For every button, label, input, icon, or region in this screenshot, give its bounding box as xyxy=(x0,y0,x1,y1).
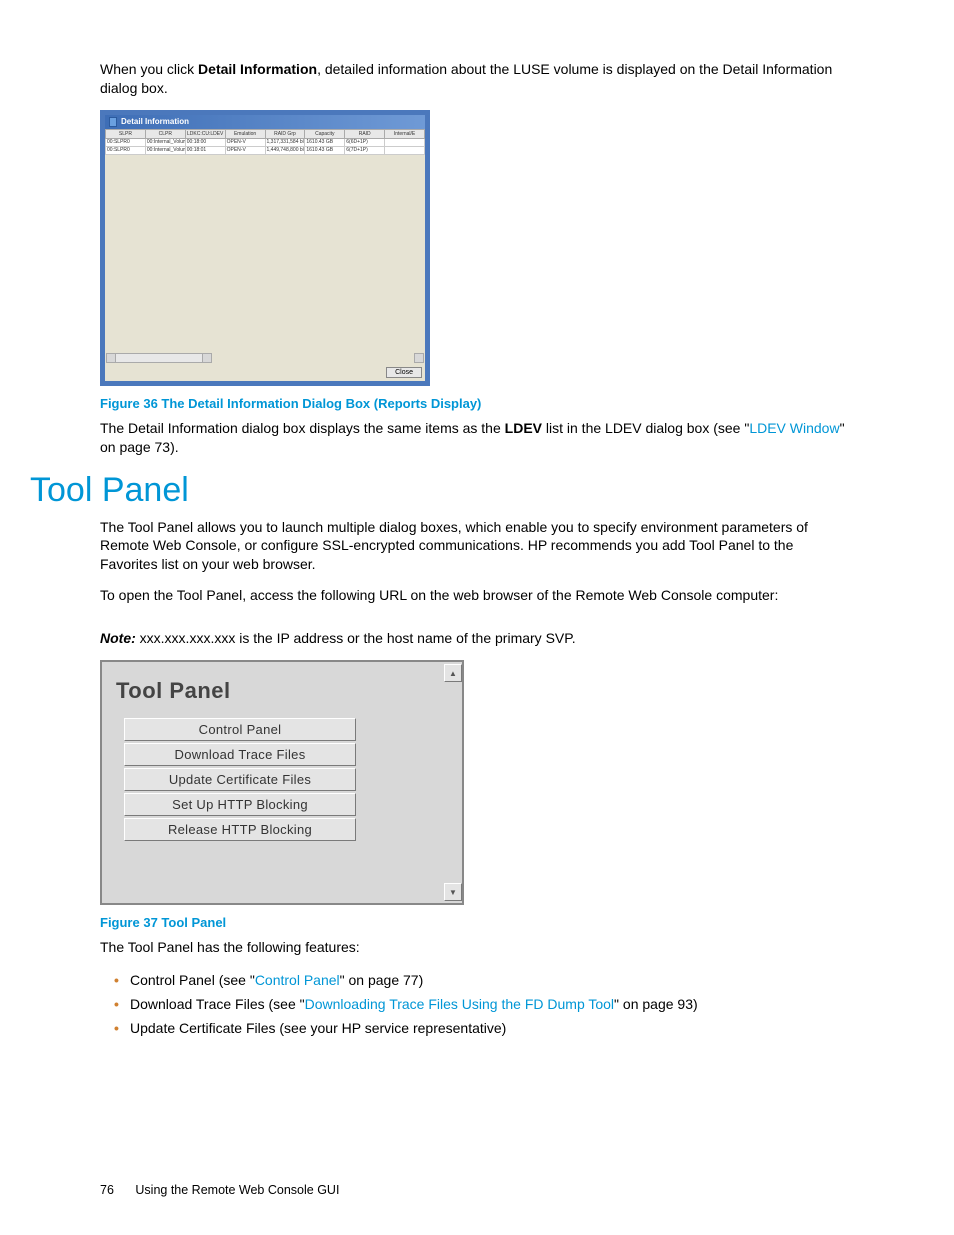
scroll-down-icon[interactable]: ▼ xyxy=(444,883,462,901)
figure-36-caption: Figure 36 The Detail Information Dialog … xyxy=(100,396,854,411)
intro-paragraph: When you click Detail Information, detai… xyxy=(100,60,854,98)
col-capacity: Capacity xyxy=(305,129,345,138)
col-raid: RAID xyxy=(345,129,385,138)
feature-link[interactable]: Downloading Trace Files Using the FD Dum… xyxy=(305,996,614,1012)
features-intro: The Tool Panel has the following feature… xyxy=(100,938,854,957)
col-ldev: LDKC:CU:LDEV xyxy=(185,129,225,138)
table-row: 00:SLPR000:Internal_Volume00:18:00OPEN-V… xyxy=(106,138,425,146)
list-item: Download Trace Files (see "Downloading T… xyxy=(114,993,854,1017)
tool-panel-screenshot: Tool Panel Control PanelDownload Trace F… xyxy=(100,660,464,905)
ldev-window-link[interactable]: LDEV Window xyxy=(749,420,839,436)
scroll-up-icon[interactable]: ▲ xyxy=(444,664,462,682)
table-row: 00:SLPR000:Internal_Volume00:18:01OPEN-V… xyxy=(106,146,425,154)
page-number: 76 xyxy=(100,1183,114,1197)
col-emulation: Emulation xyxy=(225,129,265,138)
dialog-title: Detail Information xyxy=(121,117,189,126)
horizontal-scrollbar[interactable] xyxy=(106,353,212,363)
list-item: Update Certificate Files (see your HP se… xyxy=(114,1017,854,1041)
page-footer: 76 Using the Remote Web Console GUI xyxy=(100,1183,339,1197)
tool-panel-button[interactable]: Update Certificate Files xyxy=(124,768,356,791)
footer-title: Using the Remote Web Console GUI xyxy=(135,1183,339,1197)
after-fig36-paragraph: The Detail Information dialog box displa… xyxy=(100,419,854,457)
figure-37-caption: Figure 37 Tool Panel xyxy=(100,915,854,930)
tool-intro-paragraph: The Tool Panel allows you to launch mult… xyxy=(100,518,854,575)
feature-link[interactable]: Control Panel xyxy=(255,972,340,988)
detail-table: SLPR CLPR LDKC:CU:LDEV Emulation RAID Gr… xyxy=(105,129,425,155)
tool-panel-button[interactable]: Set Up HTTP Blocking xyxy=(124,793,356,816)
tool-panel-button[interactable]: Control Panel xyxy=(124,718,356,741)
col-clpr: CLPR xyxy=(145,129,185,138)
note-paragraph: Note: xxx.xxx.xxx.xxx is the IP address … xyxy=(100,629,854,648)
col-raidgrp: RAID Grp xyxy=(265,129,305,138)
col-slpr: SLPR xyxy=(106,129,146,138)
tool-panel-scrollbar[interactable]: ▲ ▼ xyxy=(444,664,460,901)
tool-panel-title: Tool Panel xyxy=(116,678,450,704)
tool-panel-button[interactable]: Download Trace Files xyxy=(124,743,356,766)
vertical-scroll-btn[interactable] xyxy=(414,353,424,363)
tool-panel-heading: Tool Panel xyxy=(30,471,854,510)
dialog-icon xyxy=(109,117,117,127)
dialog-titlebar: Detail Information xyxy=(105,115,425,129)
feature-list: Control Panel (see "Control Panel" on pa… xyxy=(100,969,854,1040)
list-item: Control Panel (see "Control Panel" on pa… xyxy=(114,969,854,993)
tool-panel-button[interactable]: Release HTTP Blocking xyxy=(124,818,356,841)
tool-open-paragraph: To open the Tool Panel, access the follo… xyxy=(100,586,854,605)
close-button[interactable]: Close xyxy=(386,367,422,378)
detail-information-dialog: Detail Information SLPR CLPR LDKC:CU:LDE… xyxy=(100,110,430,386)
col-internal: Internal/E xyxy=(385,129,425,138)
